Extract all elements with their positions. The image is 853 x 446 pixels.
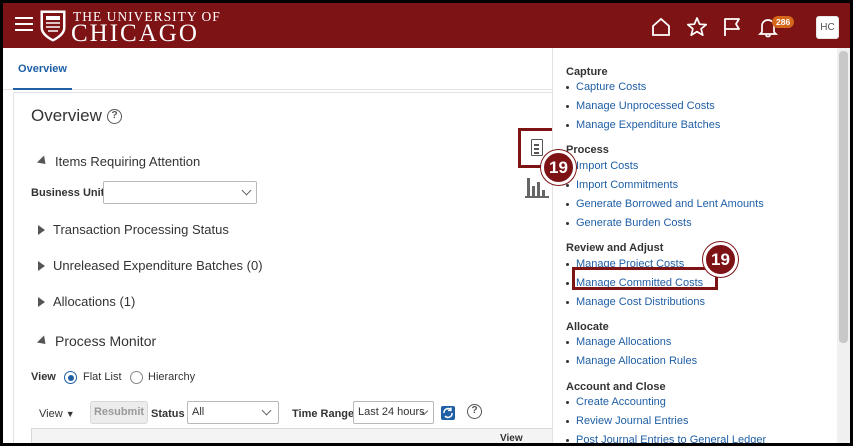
help-icon[interactable]: ?: [107, 109, 122, 124]
collapse-triangle-icon: [36, 335, 50, 348]
task-group-capture: Capture: [566, 66, 608, 78]
task-link-create-accounting[interactable]: Create Accounting: [566, 396, 666, 408]
task-link-generate-borrowed-lent[interactable]: Generate Borrowed and Lent Amounts: [566, 198, 764, 210]
tasks-scrollbar[interactable]: [837, 48, 850, 443]
menu-icon[interactable]: [15, 17, 33, 31]
view-label: View: [31, 371, 56, 383]
business-unit-label: Business Unit: [31, 187, 105, 199]
document-list-icon: [531, 139, 543, 156]
task-link-import-commitments[interactable]: Import Commitments: [565, 179, 678, 191]
university-shield-logo: [40, 10, 66, 42]
view-menu[interactable]: View ▼: [39, 408, 75, 420]
collapse-triangle-icon: [36, 155, 50, 168]
scrollbar-thumb[interactable]: [839, 51, 848, 343]
status-select[interactable]: All: [187, 401, 279, 424]
task-link-import-costs[interactable]: Import Costs: [565, 160, 638, 172]
task-group-allocate: Allocate: [566, 321, 609, 333]
section-label: Transaction Processing Status: [53, 222, 229, 237]
unreleased-batches-header[interactable]: Unreleased Expenditure Batches (0): [38, 258, 263, 273]
process-table-header: View: [31, 428, 552, 443]
table-col-view[interactable]: View: [500, 433, 523, 443]
task-link-manage-expenditure-batches[interactable]: Manage Expenditure Batches: [565, 119, 720, 131]
app-window: THE UNIVERSITY OF CHICAGO 286 HC Overvie…: [3, 3, 850, 443]
flat-list-label: Flat List: [83, 371, 122, 383]
task-link-generate-burden-costs[interactable]: Generate Burden Costs: [566, 217, 692, 229]
task-link-post-journal-entries[interactable]: Post Journal Entries to General Ledger: [565, 434, 766, 443]
watchlist-flag-icon[interactable]: [721, 16, 743, 38]
expand-triangle-icon: [38, 225, 45, 235]
tab-overview[interactable]: Overview: [13, 48, 72, 90]
status-label: Status: [151, 408, 185, 420]
tasks-list: Capture Capture Costs Manage Unprocessed…: [552, 48, 837, 443]
tab-strip: Overview: [3, 48, 552, 90]
task-link-manage-allocation-rules[interactable]: Manage Allocation Rules: [565, 355, 697, 367]
step-callout-badge: 19: [703, 242, 738, 277]
task-link-manage-cost-distributions[interactable]: Manage Cost Distributions: [565, 296, 705, 308]
time-range-label: Time Range: [292, 408, 355, 420]
task-link-capture-costs[interactable]: Capture Costs: [565, 81, 646, 93]
section-label: Unreleased Expenditure Batches (0): [53, 258, 263, 273]
flat-list-radio[interactable]: [64, 371, 77, 384]
status-value: All: [192, 406, 205, 418]
task-group-account-close: Account and Close: [566, 381, 666, 393]
task-link-manage-unprocessed-costs[interactable]: Manage Unprocessed Costs: [566, 100, 715, 112]
time-range-select[interactable]: Last 24 hours: [353, 401, 434, 424]
user-avatar[interactable]: HC: [816, 16, 839, 39]
hierarchy-radio[interactable]: [130, 371, 143, 384]
chevron-down-icon: [241, 185, 252, 196]
section-label: Process Monitor: [55, 333, 157, 349]
view-menu-label: View: [39, 408, 63, 420]
task-link-review-journal-entries[interactable]: Review Journal Entries: [566, 415, 689, 427]
step-callout-badge: 19: [541, 150, 576, 185]
task-group-process: Process: [566, 144, 609, 156]
overview-region: Overview Overview ? Items Requiring Atte…: [3, 48, 552, 443]
time-range-value: Last 24 hours: [358, 406, 425, 418]
refresh-icon[interactable]: [440, 405, 456, 421]
task-link-manage-allocations[interactable]: Manage Allocations: [565, 336, 671, 348]
process-monitor-help-icon[interactable]: ?: [467, 404, 482, 419]
home-icon[interactable]: [650, 16, 672, 38]
section-label: Items Requiring Attention: [55, 154, 201, 169]
items-requiring-attention-header[interactable]: Items Requiring Attention: [36, 153, 201, 170]
business-unit-select[interactable]: [103, 181, 257, 204]
process-monitor-header[interactable]: Process Monitor: [36, 333, 157, 350]
expand-triangle-icon: [38, 297, 45, 307]
transaction-processing-status-header[interactable]: Transaction Processing Status: [38, 222, 229, 237]
hierarchy-label: Hierarchy: [148, 371, 196, 383]
task-group-review-adjust: Review and Adjust: [566, 242, 664, 254]
section-label: Allocations (1): [53, 294, 136, 309]
highlight-box: [572, 267, 718, 290]
favorites-star-icon[interactable]: [686, 16, 708, 38]
resubmit-button[interactable]: Resubmit: [90, 401, 148, 424]
notification-count-badge: 286: [772, 16, 795, 28]
university-name-bottom: CHICAGO: [71, 20, 199, 47]
allocations-header[interactable]: Allocations (1): [38, 294, 135, 309]
global-header: THE UNIVERSITY OF CHICAGO 286 HC: [3, 3, 850, 48]
page-title: Overview: [31, 106, 102, 125]
caret-down-icon: ▼: [65, 409, 75, 419]
expand-triangle-icon: [38, 261, 45, 271]
chevron-down-icon: [261, 405, 272, 416]
